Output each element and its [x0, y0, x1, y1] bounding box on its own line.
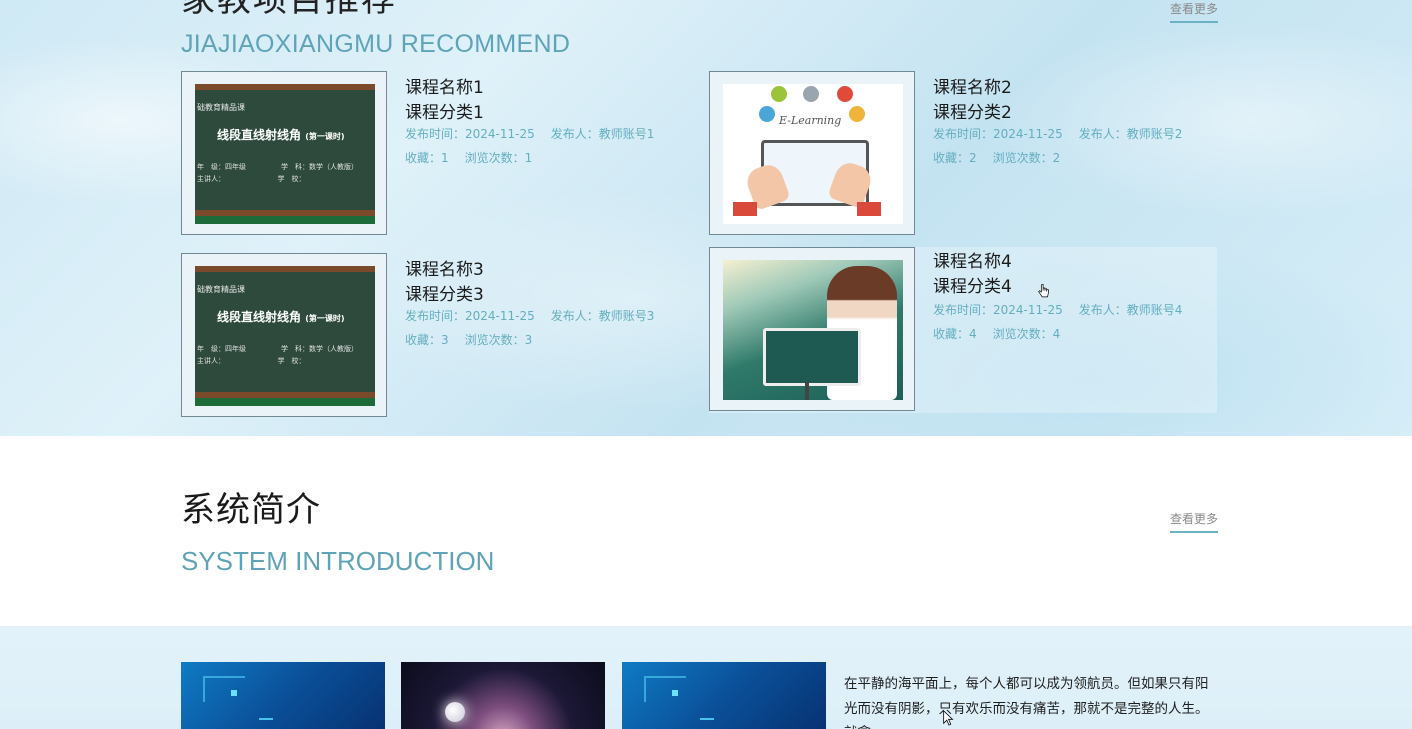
course-name[interactable]: 课程名称4 [933, 247, 1012, 272]
course-thumbnail[interactable]: 础教育精品课 线段直线射线角 (第一课时) 年 级：四年级 学 科：数学（人教版… [181, 253, 387, 417]
intro-more-link[interactable]: 查看更多 [1169, 510, 1218, 533]
recommend-section: 家教项目推荐 JIAJIAOXIANGMU RECOMMEND 查看更多 础教育… [0, 0, 1412, 436]
course-category: 课程分类2 [933, 103, 1012, 123]
course-name[interactable]: 课程名称1 [405, 73, 484, 98]
classroom-image [723, 260, 903, 400]
e-learning-image: E-Learning [723, 84, 903, 224]
course-stats: 收藏：3 浏览次数：3 [405, 333, 533, 347]
intro-image-tech [622, 662, 826, 729]
course-card[interactable]: E-Learning 课程名称2 课程分类2 发布时间：2024-11-25 发布… [709, 71, 1217, 237]
course-category: 课程分类4 [933, 277, 1012, 297]
course-card[interactable]: 础教育精品课 线段直线射线角 (第一课时) 年 级：四年级 学 科：数学（人教版… [181, 253, 689, 419]
course-stats: 收藏：4 浏览次数：4 [933, 327, 1061, 341]
course-thumbnail[interactable]: E-Learning [709, 71, 915, 235]
course-category: 课程分类3 [405, 285, 484, 305]
intro-title: 系统简介 [181, 490, 321, 530]
chalkboard-text: 主讲人： 学 校： [197, 175, 306, 183]
course-category: 课程分类1 [405, 103, 484, 123]
chalkboard-text: 础教育精品课 [197, 285, 245, 294]
intro-subtitle: SYSTEM INTRODUCTION [181, 546, 495, 576]
course-card[interactable]: 础教育精品课 线段直线射线角 (第一课时) 年 级：四年级 学 科：数学（人教版… [181, 71, 689, 237]
e-learning-text: E-Learning [779, 114, 842, 127]
intro-header-section: 系统简介 SYSTEM INTRODUCTION 查看更多 [0, 436, 1412, 626]
course-meta: 发布时间：2024-11-25 发布人：教师账号1 [405, 127, 655, 141]
course-meta: 发布时间：2024-11-25 发布人：教师账号3 [405, 309, 655, 323]
recommend-subtitle: JIAJIAOXIANGMU RECOMMEND [181, 30, 571, 58]
course-name[interactable]: 课程名称2 [933, 73, 1012, 98]
course-thumbnail[interactable] [709, 247, 915, 411]
course-card[interactable]: 课程名称4 课程分类4 发布时间：2024-11-25 发布人：教师账号4 收藏：… [709, 247, 1217, 413]
course-thumbnail[interactable]: 础教育精品课 线段直线射线角 (第一课时) 年 级：四年级 学 科：数学（人教版… [181, 71, 387, 235]
chalkboard-text: 主讲人： 学 校： [197, 357, 306, 365]
chalkboard-title: 线段直线射线角 (第一课时) [217, 310, 345, 324]
course-stats: 收藏：2 浏览次数：2 [933, 151, 1061, 165]
chalkboard-image: 础教育精品课 线段直线射线角 (第一课时) 年 级：四年级 学 科：数学（人教版… [195, 266, 375, 406]
course-name[interactable]: 课程名称3 [405, 255, 484, 280]
recommend-more-link[interactable]: 查看更多 [1169, 0, 1218, 23]
chalkboard-title: 线段直线射线角 (第一课时) [217, 128, 345, 142]
course-meta: 发布时间：2024-11-25 发布人：教师账号2 [933, 127, 1183, 141]
chalkboard-text: 础教育精品课 [197, 103, 245, 112]
intro-text: 在平静的海平面上，每个人都可以成为领航员。但如果只有阳光而没有阴影，只有欢乐而没… [844, 676, 1209, 729]
hand-cursor-icon [1038, 284, 1049, 298]
recommend-title: 家教项目推荐 [181, 0, 397, 20]
intro-content-section: 在平静的海平面上，每个人都可以成为领航员。但如果只有阳光而没有阴影，只有欢乐而没… [0, 626, 1412, 729]
course-meta: 发布时间：2024-11-25 发布人：教师账号4 [933, 303, 1183, 317]
chalkboard-text: 年 级：四年级 学 科：数学（人教版） [197, 345, 358, 353]
intro-image-space [401, 662, 605, 729]
chalkboard-image: 础教育精品课 线段直线射线角 (第一课时) 年 级：四年级 学 科：数学（人教版… [195, 84, 375, 224]
arrow-cursor-icon [943, 710, 954, 726]
course-stats: 收藏：1 浏览次数：1 [405, 151, 533, 165]
intro-image-tech [181, 662, 385, 729]
chalkboard-text: 年 级：四年级 学 科：数学（人教版） [197, 163, 358, 171]
